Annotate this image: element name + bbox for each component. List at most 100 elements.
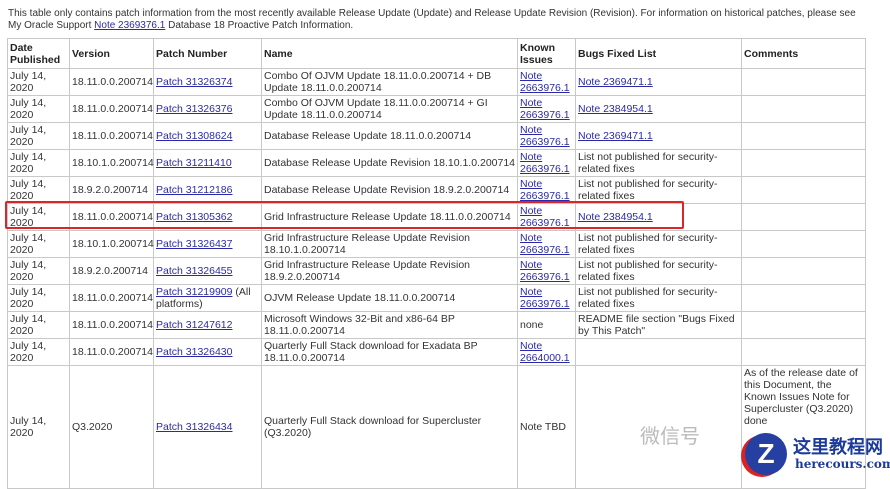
name-cell: Quarterly Full Stack download for Superc… — [261, 365, 518, 489]
patch-cell-link[interactable]: Patch 31326374 — [156, 76, 232, 88]
comments-cell — [741, 257, 866, 285]
name-cell-text: Database Release Update 18.11.0.0.200714 — [264, 130, 472, 142]
comments-cell — [741, 95, 866, 123]
date-cell-text: July 14, 2020 — [10, 232, 47, 256]
version-cell: 18.11.0.0.200714 — [69, 68, 154, 96]
known-issues-cell-link[interactable]: Note 2663976.1 — [520, 178, 570, 202]
patch-cell-link[interactable]: Patch 31326434 — [156, 421, 232, 433]
table-row: July 14, 2020 18.9.2.0.200714 Patch 312121… — [7, 176, 866, 204]
date-cell-text: July 14, 2020 — [10, 313, 47, 337]
intro-text-after: Database 18 Proactive Patch Information. — [165, 20, 354, 31]
name-cell-text: Combo Of OJVM Update 18.11.0.0.200714 + … — [264, 97, 488, 121]
comments-cell — [741, 176, 866, 204]
bugs-fixed-cell-text: List not published for security-related … — [578, 232, 718, 256]
name-cell: Combo Of OJVM Update 18.11.0.0.200714 + … — [261, 95, 518, 123]
bugs-fixed-cell: Note 2369471.1 — [575, 122, 742, 150]
bugs-fixed-cell-link[interactable]: Note 2384954.1 — [578, 211, 653, 223]
logo-title: 这里教程网 — [793, 437, 883, 458]
patch-cell: Patch 31211410 — [153, 149, 262, 177]
date-cell: July 14, 2020 — [7, 230, 70, 258]
known-issues-cell: Note 2663976.1 — [517, 149, 576, 177]
intro-text: This table only contains patch informati… — [8, 8, 868, 32]
name-cell-text: Grid Infrastructure Release Update Revis… — [264, 259, 471, 283]
name-cell-text: Grid Infrastructure Release Update Revis… — [264, 232, 471, 256]
version-cell-text: 18.9.2.0.200714 — [72, 184, 148, 196]
known-issues-cell-link[interactable]: Note 2663976.1 — [520, 259, 570, 283]
header-name: Name — [261, 38, 518, 69]
name-cell-text: Combo Of OJVM Update 18.11.0.0.200714 + … — [264, 70, 492, 94]
bugs-fixed-cell: README file section "Bugs Fixed by This … — [575, 311, 742, 339]
patch-cell-link[interactable]: Patch 31212186 — [156, 184, 232, 196]
patch-cell-link[interactable]: Patch 31308624 — [156, 130, 232, 142]
patch-cell-link[interactable]: Patch 31326430 — [156, 346, 232, 358]
bugs-fixed-cell: List not published for security-related … — [575, 230, 742, 258]
patch-table: Date Published Version Patch Number Name… — [7, 38, 866, 489]
table-row: July 14, 2020 18.11.0.0.200714 Patch 31305… — [7, 203, 866, 231]
logo-icon: Z — [745, 433, 787, 475]
known-issues-cell: Note 2664000.1 — [517, 338, 576, 366]
known-issues-cell: Note 2663976.1 — [517, 203, 576, 231]
name-cell: Grid Infrastructure Release Update Revis… — [261, 230, 518, 258]
version-cell: 18.11.0.0.200714 — [69, 95, 154, 123]
known-issues-cell-link[interactable]: Note 2663976.1 — [520, 205, 570, 229]
table-row: July 14, 2020 18.10.1.0.200714 Patch 31326… — [7, 230, 866, 258]
known-issues-cell: Note 2663976.1 — [517, 68, 576, 96]
table-row: July 14, 2020 18.10.1.0.200714 Patch 31211… — [7, 149, 866, 177]
name-cell-text: Quarterly Full Stack download for Superc… — [264, 415, 482, 439]
known-issues-cell: Note TBD — [517, 365, 576, 489]
version-cell-text: 18.9.2.0.200714 — [72, 265, 148, 277]
patch-cell: Patch 31326376 — [153, 95, 262, 123]
bugs-fixed-cell-link[interactable]: Note 2369471.1 — [578, 76, 653, 88]
known-issues-cell-link[interactable]: Note 2663976.1 — [520, 70, 570, 94]
date-cell: July 14, 2020 — [7, 203, 70, 231]
table-row: July 14, 2020 18.9.2.0.200714 Patch 313264… — [7, 257, 866, 285]
intro-note-link[interactable]: Note 2369376.1 — [94, 20, 165, 31]
name-cell: Database Release Update 18.11.0.0.200714 — [261, 122, 518, 150]
bugs-fixed-cell: List not published for security-related … — [575, 176, 742, 204]
table-row: July 14, 2020 18.11.0.0.200714 Patch 31326… — [7, 68, 866, 96]
date-cell: July 14, 2020 — [7, 122, 70, 150]
patch-cell-link[interactable]: Patch 31211410 — [156, 157, 232, 169]
patch-cell: Patch 31212186 — [153, 176, 262, 204]
patch-cell-link[interactable]: Patch 31219909 — [156, 286, 232, 298]
name-cell: Quarterly Full Stack download for Exadat… — [261, 338, 518, 366]
comments-cell — [741, 149, 866, 177]
version-cell: 18.11.0.0.200714 — [69, 122, 154, 150]
header-patch-number: Patch Number — [153, 38, 262, 69]
bugs-fixed-cell-text: List not published for security-related … — [578, 151, 718, 175]
version-cell: 18.11.0.0.200714 — [69, 203, 154, 231]
date-cell: July 14, 2020 — [7, 149, 70, 177]
patch-cell-link[interactable]: Patch 31247612 — [156, 319, 232, 331]
date-cell-text: July 14, 2020 — [10, 151, 47, 175]
date-cell-text: July 14, 2020 — [10, 124, 47, 148]
patch-cell-link[interactable]: Patch 31305362 — [156, 211, 232, 223]
version-cell-text: 18.10.1.0.200714 — [72, 157, 154, 169]
name-cell-text: Database Release Update Revision 18.10.1… — [264, 157, 516, 169]
bugs-fixed-cell-text: README file section "Bugs Fixed by This … — [578, 313, 735, 337]
comments-cell — [741, 230, 866, 258]
version-cell-text: 18.11.0.0.200714 — [72, 130, 153, 142]
bugs-fixed-cell-link[interactable]: Note 2369471.1 — [578, 130, 653, 142]
date-cell: July 14, 2020 — [7, 68, 70, 96]
patch-cell-link[interactable]: Patch 31326455 — [156, 265, 232, 277]
date-cell: July 14, 2020 — [7, 176, 70, 204]
header-version: Version — [69, 38, 154, 69]
known-issues-cell-link[interactable]: Note 2663976.1 — [520, 151, 570, 175]
version-cell-text: 18.11.0.0.200714 — [72, 292, 153, 304]
patch-cell-link[interactable]: Patch 31326437 — [156, 238, 232, 250]
version-cell: 18.10.1.0.200714 — [69, 230, 154, 258]
known-issues-cell-link[interactable]: Note 2663976.1 — [520, 97, 570, 121]
comments-cell — [741, 311, 866, 339]
known-issues-cell-link[interactable]: Note 2664000.1 — [520, 340, 570, 364]
bugs-fixed-cell-link[interactable]: Note 2384954.1 — [578, 103, 653, 115]
name-cell: OJVM Release Update 18.11.0.0.200714 — [261, 284, 518, 312]
date-cell-text: July 14, 2020 — [10, 415, 47, 439]
known-issues-cell-link[interactable]: Note 2663976.1 — [520, 232, 570, 256]
known-issues-cell-link[interactable]: Note 2663976.1 — [520, 124, 570, 148]
table-row: July 14, 2020 18.11.0.0.200714 Patch 31247… — [7, 311, 866, 339]
known-issues-cell-link[interactable]: Note 2663976.1 — [520, 286, 570, 310]
name-cell-text: Database Release Update Revision 18.9.2.… — [264, 184, 510, 196]
comments-cell — [741, 203, 866, 231]
date-cell: July 14, 2020 — [7, 365, 70, 489]
patch-cell-link[interactable]: Patch 31326376 — [156, 103, 232, 115]
